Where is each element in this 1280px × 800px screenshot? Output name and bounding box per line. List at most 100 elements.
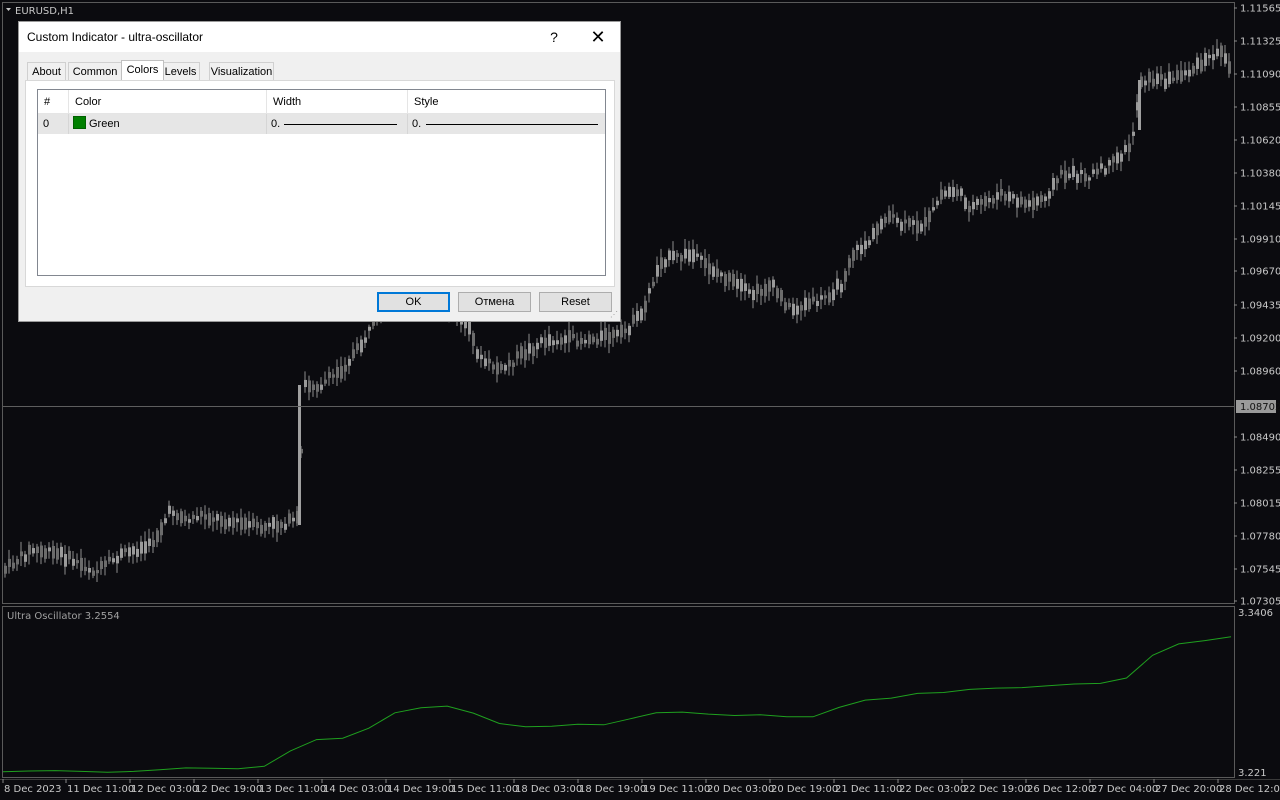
candle-body	[1208, 54, 1211, 59]
price-tick-label: 1.11325	[1240, 37, 1280, 48]
color-swatch	[73, 116, 86, 129]
candle-body	[496, 362, 499, 375]
candle-body	[1016, 197, 1019, 208]
price-tick-label: 1.08960	[1240, 367, 1280, 378]
candle-body	[600, 330, 603, 341]
candle-body	[632, 314, 635, 324]
candle-body	[1052, 178, 1055, 190]
candle-body	[1144, 80, 1147, 86]
column-header-color[interactable]: Color	[69, 90, 267, 114]
candle-body	[800, 305, 803, 311]
candle-body	[980, 199, 983, 205]
dialog-titlebar[interactable]: Custom Indicator - ultra-oscillator ? ✕	[19, 22, 620, 52]
candle-body	[1172, 77, 1175, 81]
candle-body	[984, 196, 987, 207]
candle-body	[472, 333, 475, 346]
candle-body	[572, 333, 575, 339]
candle-body	[704, 258, 707, 269]
candle-body	[680, 255, 683, 262]
candle-body	[1184, 70, 1187, 76]
candle-body	[780, 290, 783, 302]
price-tick-label: 1.08015	[1240, 499, 1280, 510]
time-tick-label: 14 Dec 03:00	[323, 784, 390, 795]
table-row[interactable]: 0 Green 0. 0.	[38, 114, 605, 134]
candle-body	[492, 364, 495, 370]
candle-body	[636, 310, 639, 321]
tab-about[interactable]: About	[27, 62, 66, 80]
price-tick-label: 1.11565	[1240, 4, 1280, 15]
column-header-style[interactable]: Style	[408, 90, 605, 114]
candle-body	[844, 270, 847, 282]
candle-body	[1138, 80, 1141, 130]
candle-body	[700, 255, 703, 260]
candle-body	[76, 560, 79, 564]
time-tick-label: 20 Dec 03:00	[707, 784, 774, 795]
candle-body	[816, 300, 819, 307]
price-tick-label: 1.07305	[1240, 597, 1280, 608]
candle-body	[908, 218, 911, 227]
time-tick-label: 8 Dec 2023	[4, 784, 62, 795]
candle-body	[160, 522, 163, 536]
candle-body	[324, 379, 327, 384]
candle-body	[488, 358, 491, 364]
candle-body	[568, 330, 571, 343]
candle-body	[564, 335, 567, 344]
candle-body	[848, 258, 851, 268]
candle-body	[1076, 173, 1079, 183]
color-cell[interactable]: Green	[69, 114, 267, 134]
candle-body	[540, 337, 543, 344]
candle-body	[592, 336, 595, 343]
price-tick-label: 1.10620	[1240, 136, 1280, 147]
close-button[interactable]: ✕	[587, 22, 609, 52]
column-header-index[interactable]: #	[38, 90, 69, 114]
candle-body	[1004, 193, 1007, 201]
tab-levels[interactable]: Levels	[161, 62, 200, 80]
candle-body	[184, 515, 187, 522]
style-cell[interactable]: 0.	[408, 114, 605, 134]
time-tick-label: 26 Dec 12:00	[1027, 784, 1094, 795]
column-header-width[interactable]: Width	[267, 90, 408, 114]
candle-body	[612, 329, 615, 338]
time-tick-label: 22 Dec 19:00	[963, 784, 1030, 795]
candle-body	[832, 289, 835, 301]
candle-body	[276, 521, 279, 533]
candle-body	[796, 305, 799, 315]
candle-body	[96, 570, 99, 574]
candle-body	[284, 523, 287, 530]
candle-body	[356, 343, 359, 351]
symbol-dropdown-icon[interactable]	[6, 8, 11, 11]
tab-colors[interactable]: Colors	[121, 60, 164, 81]
candle-body	[196, 516, 199, 521]
candle-body	[20, 551, 23, 557]
candle-body	[880, 218, 883, 230]
candle-body	[88, 567, 91, 573]
tab-visualization[interactable]: Visualization	[209, 62, 274, 80]
cancel-button[interactable]: Отмена	[458, 292, 531, 312]
candle-body	[192, 514, 195, 519]
candle-body	[536, 342, 539, 350]
time-tick-label: 27 Dec 04:00	[1091, 784, 1158, 795]
help-button[interactable]: ?	[543, 22, 565, 52]
candle-body	[584, 339, 587, 344]
price-tick-label: 1.10855	[1240, 103, 1280, 114]
candle-body	[204, 514, 207, 520]
candle-body	[520, 346, 523, 359]
tab-common[interactable]: Common	[68, 62, 122, 80]
width-cell[interactable]: 0.	[267, 114, 408, 134]
width-value: 0.	[271, 118, 281, 130]
ok-button[interactable]: OK	[377, 292, 450, 312]
candle-body	[608, 332, 611, 344]
candle-body	[748, 289, 751, 294]
candle-body	[1132, 131, 1135, 136]
resize-grip-icon[interactable]: ⋰	[610, 311, 618, 319]
time-tick-label: 20 Dec 19:00	[771, 784, 838, 795]
candle-body	[40, 545, 43, 558]
candle-body	[104, 560, 107, 568]
candle-body	[124, 548, 127, 553]
candle-body	[236, 518, 239, 523]
candle-body	[332, 374, 335, 378]
price-tick-label: 1.07545	[1240, 565, 1280, 576]
reset-button[interactable]: Reset	[539, 292, 612, 312]
candle-body	[24, 554, 27, 562]
colors-panel: # Color Width Style 0 Green 0. 0.	[25, 80, 615, 287]
